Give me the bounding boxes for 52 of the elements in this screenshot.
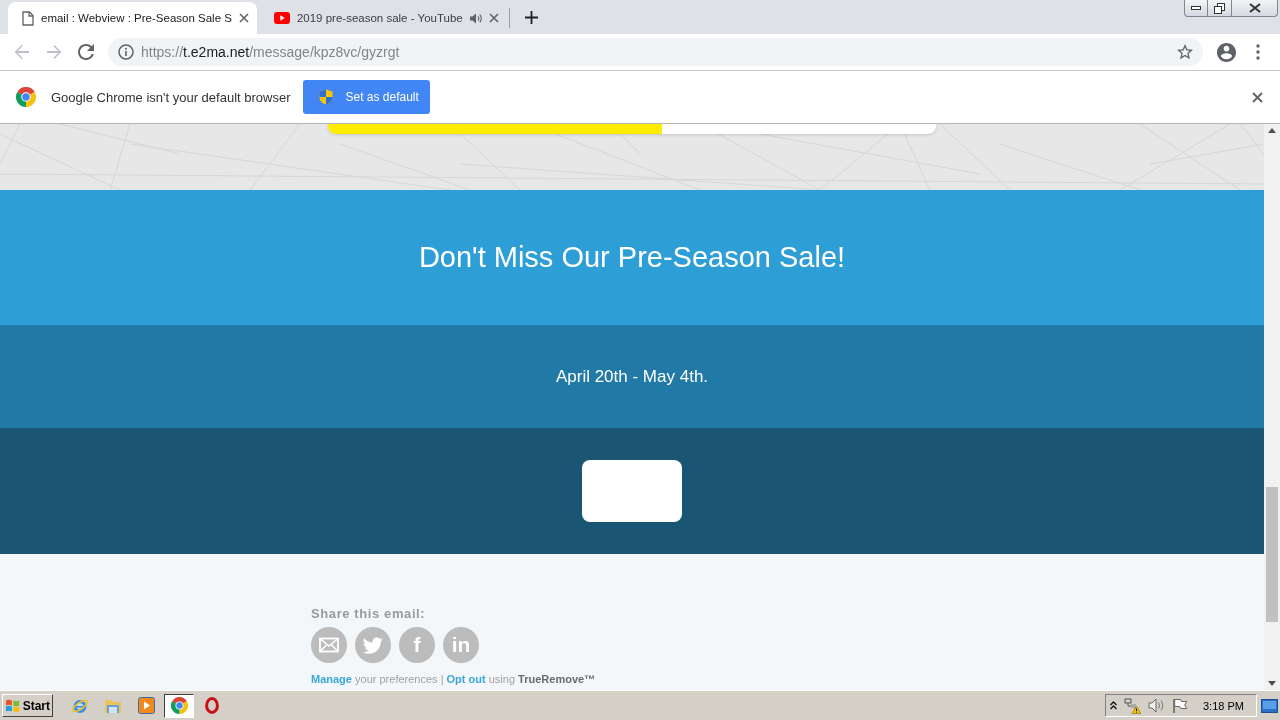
show-desktop-icon[interactable]	[1261, 698, 1278, 713]
restore-icon	[1214, 2, 1225, 14]
sale-dates: April 20th - May 4th.	[555, 366, 709, 387]
ring-logo-icon	[205, 697, 219, 714]
chevron-up-icon[interactable]	[1110, 701, 1117, 710]
envelope-icon	[311, 627, 347, 663]
minimize-button[interactable]	[1184, 0, 1208, 17]
account-icon	[1216, 42, 1236, 62]
star-icon[interactable]	[1177, 44, 1193, 60]
footer-link[interactable]: Manage	[311, 673, 352, 685]
document-icon	[22, 10, 34, 26]
browser-tab[interactable]: 2019 pre-season sale - YouTube	[263, 2, 507, 34]
play-icon	[137, 697, 155, 714]
browser-tab[interactable]: email : Webview : Pre-Season Sale S	[8, 2, 257, 34]
sale-headline: Don't Miss Our Pre-Season Sale!	[418, 241, 846, 274]
url-text: https://t.e2ma.net/message/kpz8vc/gyzrgt	[141, 44, 400, 60]
folder-icon	[104, 697, 122, 714]
infobar-message: Google Chrome isn't your default browser	[51, 89, 291, 105]
plus-icon	[525, 10, 539, 24]
bird-icon	[355, 627, 391, 663]
clock-text: 3:18 PM	[1203, 699, 1244, 712]
share-button[interactable]: in	[443, 627, 479, 663]
network-warning-icon[interactable]	[1124, 697, 1141, 714]
taskbar-app[interactable]	[164, 693, 194, 718]
reload-icon	[78, 44, 94, 60]
start-button[interactable]: Start	[2, 694, 53, 717]
flag-icon[interactable]	[1172, 698, 1188, 713]
close-icon[interactable]	[1252, 91, 1263, 103]
close-icon[interactable]	[488, 13, 499, 23]
speaker-icon[interactable]	[469, 12, 482, 24]
play-icon	[273, 12, 290, 24]
menu-icon	[1256, 44, 1260, 60]
minimize-icon	[1191, 6, 1201, 10]
set-default-button[interactable]: Set as default	[303, 80, 431, 114]
close-icon[interactable]	[238, 13, 249, 23]
share-button[interactable]: f	[399, 627, 435, 663]
footer-text: Manage your preferences | Opt out using TrueRemove™	[311, 673, 596, 685]
browser-logo-icon	[16, 87, 36, 107]
shield-icon	[319, 89, 334, 105]
share-label: Share this email:	[311, 606, 426, 621]
restore-button[interactable]	[1208, 0, 1232, 17]
scroll-up-icon[interactable]	[1268, 128, 1276, 133]
close-window-button[interactable]	[1232, 0, 1278, 17]
scrollbar-thumb[interactable]	[1266, 487, 1278, 622]
address-bar[interactable]: https://t.e2ma.net/message/kpz8vc/gyzrgt	[108, 38, 1203, 66]
speaker-icon[interactable]	[1148, 698, 1165, 713]
info-icon[interactable]	[118, 44, 134, 60]
footer-link[interactable]: Opt out	[446, 673, 486, 685]
windows-flag-icon	[5, 698, 21, 713]
browser-logo-icon	[170, 697, 188, 714]
close-icon	[1248, 3, 1261, 13]
scroll-down-icon[interactable]	[1268, 681, 1276, 686]
